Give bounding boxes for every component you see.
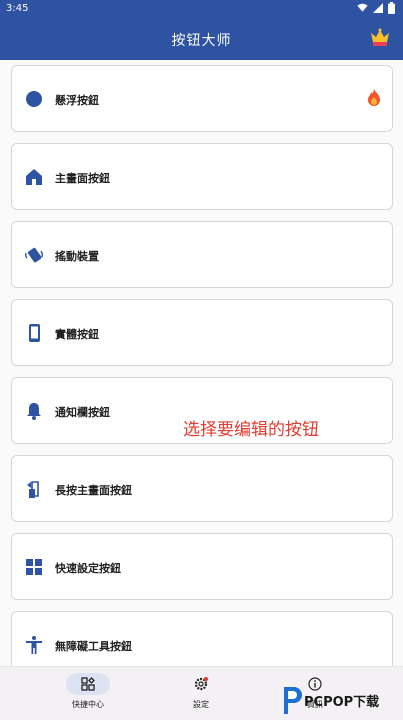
card-label: 通知欄按鈕: [55, 406, 110, 419]
home-icon: [26, 169, 42, 185]
nav-item-settings[interactable]: 設定: [166, 673, 236, 710]
nav-item-shortcut-center[interactable]: 快捷中心: [53, 673, 123, 710]
nav-label: 快捷中心: [72, 700, 104, 709]
grid-icon: [26, 559, 42, 575]
button-list: 懸浮按鈕 主畫面按鈕 搖動裝置 實體按鈕 通知欄按鈕 長按主畫面按鈕 快速設定按…: [0, 60, 403, 666]
card-accessibility-button[interactable]: 無障礙工具按鈕: [11, 611, 393, 666]
card-physical-button[interactable]: 實體按鈕: [11, 299, 393, 366]
bell-icon: [27, 403, 41, 420]
long-press-home-icon: [27, 481, 39, 498]
nav-pill: [66, 673, 110, 695]
wifi-icon: [357, 3, 368, 12]
card-label: 無障礙工具按鈕: [55, 640, 132, 653]
settings-icon: [194, 677, 208, 691]
card-label: 主畫面按鈕: [55, 172, 110, 185]
signal-icon: [373, 3, 383, 13]
card-label: 懸浮按鈕: [55, 94, 99, 107]
card-label: 搖動裝置: [55, 250, 99, 263]
battery-icon: [388, 2, 395, 14]
card-floating-button[interactable]: 懸浮按鈕: [11, 65, 393, 132]
card-label: 快速設定按鈕: [55, 562, 121, 575]
card-shake-device[interactable]: 搖動裝置: [11, 221, 393, 288]
smartphone-icon: [29, 324, 40, 342]
status-icons: [357, 2, 395, 14]
card-label: 長按主畫面按鈕: [55, 484, 132, 497]
card-label: 實體按鈕: [55, 328, 99, 341]
card-long-press-home[interactable]: 長按主畫面按鈕: [11, 455, 393, 522]
nav-pill: [179, 673, 223, 695]
accessibility-icon: [26, 636, 42, 654]
dashboard-icon: [81, 677, 95, 691]
watermark-text: PCPOP下载: [304, 695, 380, 710]
card-quick-settings[interactable]: 快速設定按鈕: [11, 533, 393, 600]
circle-icon: [26, 91, 42, 107]
status-time: 3:45: [6, 3, 29, 14]
shake-phone-icon: [24, 247, 44, 263]
app-bar: 按钮大师: [0, 18, 403, 60]
card-home-button[interactable]: 主畫面按鈕: [11, 143, 393, 210]
nav-label: 設定: [193, 700, 209, 709]
crown-icon[interactable]: [369, 27, 391, 47]
status-bar: 3:45: [0, 0, 403, 18]
fire-icon: [368, 89, 380, 106]
watermark-logo: PCPOP下载: [276, 680, 403, 720]
annotation-text: 选择要编辑的按钮: [183, 420, 319, 440]
app-title: 按钮大师: [171, 33, 232, 49]
pcpop-logo-icon: [284, 687, 302, 714]
